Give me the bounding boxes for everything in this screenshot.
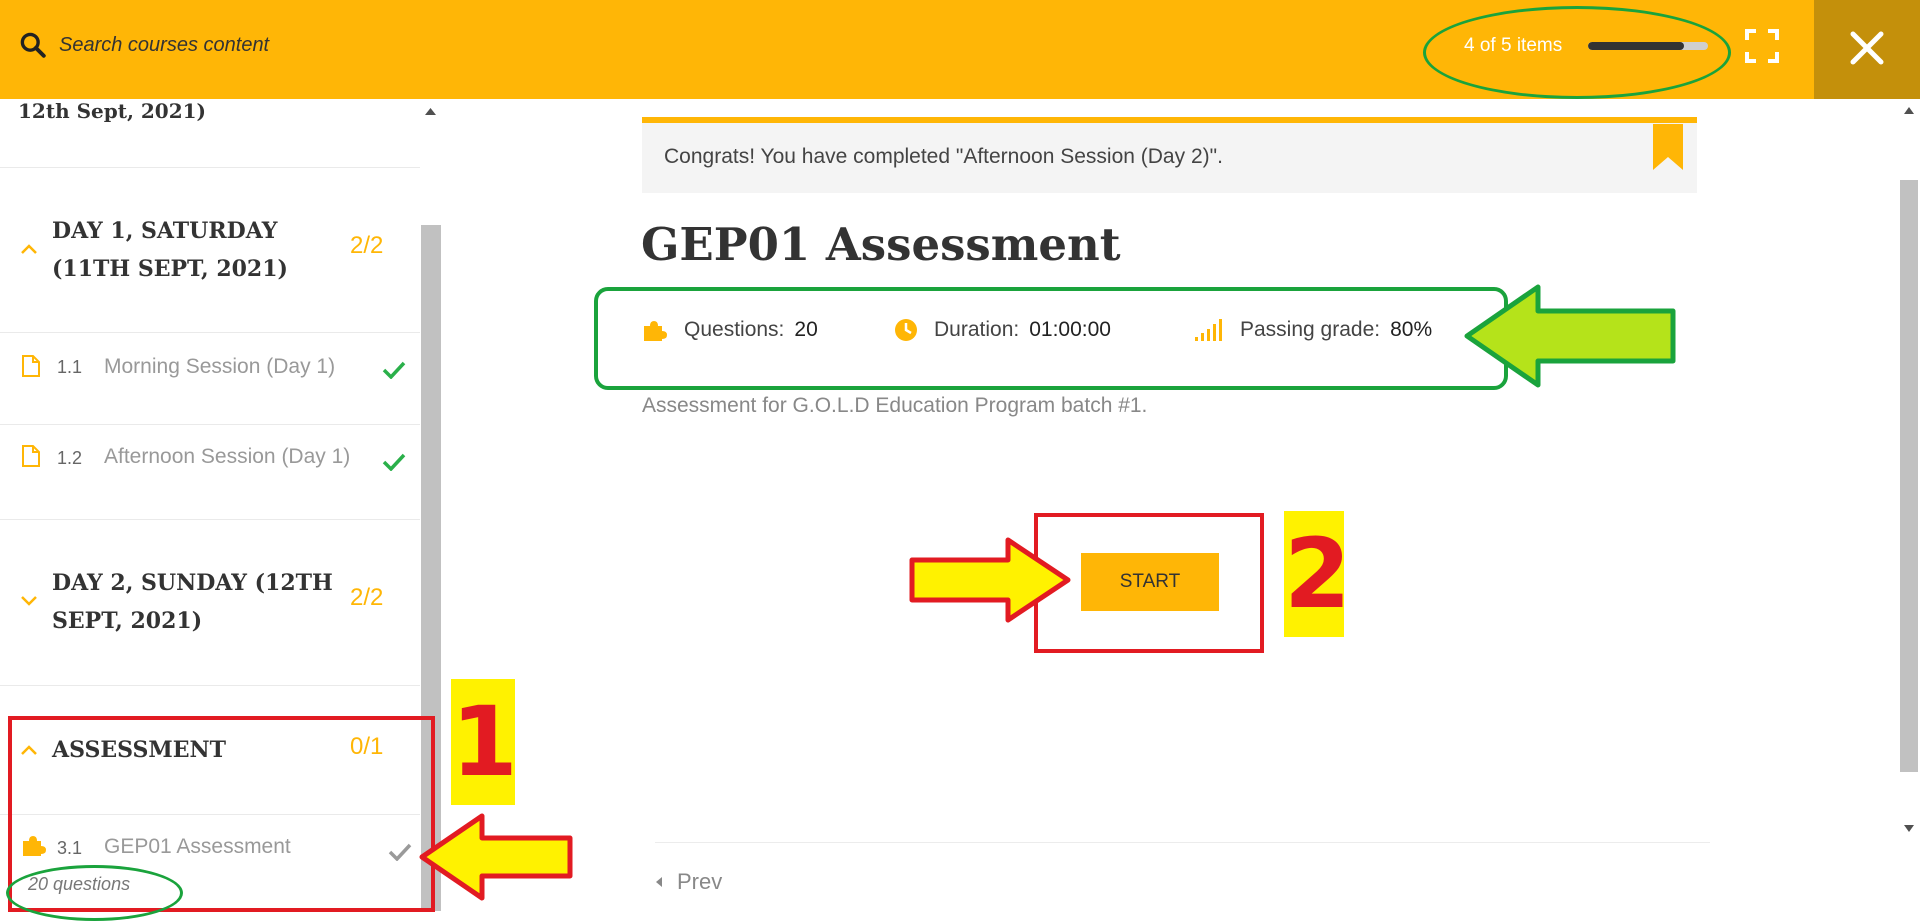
chevron-up-icon[interactable] bbox=[20, 243, 38, 255]
search-input[interactable]: Search courses content bbox=[59, 34, 269, 57]
close-button[interactable] bbox=[1814, 0, 1920, 99]
check-icon bbox=[388, 843, 412, 861]
annotation-number-1: 1 bbox=[451, 679, 518, 805]
divider bbox=[0, 685, 420, 686]
meta-label: Duration: bbox=[934, 318, 1020, 341]
scroll-down-icon[interactable] bbox=[1903, 824, 1915, 833]
green-arrow-annotation bbox=[1464, 284, 1676, 388]
meta-duration: Duration: 01:00:00 bbox=[894, 318, 1111, 342]
progress-bar bbox=[1588, 42, 1708, 50]
divider bbox=[0, 167, 420, 168]
curriculum-sidebar: 12th Sept, 2021) DAY 1, SATURDAY (11TH S… bbox=[0, 99, 443, 911]
quiz-description: Assessment for G.O.L.D Education Program… bbox=[642, 394, 1148, 417]
divider bbox=[0, 814, 420, 815]
item-title: Morning Session (Day 1) bbox=[104, 355, 336, 378]
progress-text: 4 of 5 items bbox=[1464, 35, 1563, 56]
divider bbox=[0, 519, 420, 520]
signal-bars-icon bbox=[1195, 319, 1222, 341]
fullscreen-icon[interactable] bbox=[1745, 29, 1779, 63]
progress-bar-fill bbox=[1588, 42, 1684, 50]
puzzle-icon bbox=[23, 836, 46, 856]
yellow-arrow-annotation bbox=[909, 537, 1071, 623]
yellow-arrow-annotation bbox=[419, 813, 573, 901]
scroll-up-icon[interactable] bbox=[1903, 106, 1915, 115]
annotation-number-2: 2 bbox=[1284, 511, 1351, 637]
divider bbox=[0, 424, 420, 425]
meta-label: Passing grade: bbox=[1240, 318, 1381, 341]
scroll-up-icon[interactable] bbox=[424, 107, 437, 116]
item-title: GEP01 Assessment bbox=[104, 835, 291, 858]
item-title: Afternoon Session (Day 1) bbox=[104, 445, 351, 468]
puzzle-icon bbox=[644, 321, 667, 341]
section-title-partial: 12th Sept, 2021) bbox=[18, 99, 207, 123]
document-icon bbox=[22, 355, 40, 377]
chevron-down-icon[interactable] bbox=[20, 595, 38, 607]
divider bbox=[655, 842, 1710, 843]
completion-notice: Congrats! You have completed "Afternoon … bbox=[642, 123, 1697, 193]
section-title: DAY 2, SUNDAY (12TH SEPT, 2021) bbox=[52, 570, 333, 634]
meta-questions: Questions: 20 bbox=[642, 318, 818, 342]
section-count: 2/2 bbox=[350, 232, 384, 259]
divider bbox=[0, 332, 420, 333]
top-bar: Search courses content 4 of 5 items bbox=[0, 0, 1920, 99]
notice-text: Congrats! You have completed "Afternoon … bbox=[664, 145, 1223, 168]
prev-link[interactable]: Prev bbox=[677, 869, 722, 895]
item-number: 3.1 bbox=[57, 838, 83, 858]
meta-label: Questions: bbox=[684, 318, 785, 341]
question-count: 20 questions bbox=[28, 874, 131, 894]
document-icon bbox=[22, 445, 40, 467]
start-button[interactable]: START bbox=[1081, 553, 1219, 611]
item-number: 1.2 bbox=[57, 448, 83, 468]
check-icon bbox=[382, 361, 406, 379]
section-title: DAY 1, SATURDAY (11TH SEPT, 2021) bbox=[52, 218, 288, 282]
clock-icon bbox=[895, 319, 917, 341]
chevron-up-icon[interactable] bbox=[20, 744, 38, 756]
item-number: 1.1 bbox=[57, 357, 83, 377]
page-title: GEP01 Assessment bbox=[641, 218, 1121, 271]
section-count: 0/1 bbox=[350, 733, 384, 760]
main-scrollbar-thumb[interactable] bbox=[1900, 180, 1918, 772]
search-icon[interactable] bbox=[19, 31, 46, 58]
section-title: ASSESSMENT bbox=[52, 737, 227, 763]
bookmark-icon bbox=[1653, 124, 1683, 170]
meta-passing-grade: Passing grade: 80% bbox=[1194, 318, 1432, 342]
check-icon bbox=[382, 453, 406, 471]
close-icon bbox=[1850, 31, 1884, 65]
meta-value: 01:00:00 bbox=[1029, 318, 1111, 341]
caret-left-icon[interactable] bbox=[655, 876, 663, 888]
section-count: 2/2 bbox=[350, 584, 384, 611]
meta-value: 80% bbox=[1390, 318, 1433, 341]
meta-value: 20 bbox=[794, 318, 818, 341]
sidebar-scrollbar-thumb[interactable] bbox=[421, 225, 441, 911]
